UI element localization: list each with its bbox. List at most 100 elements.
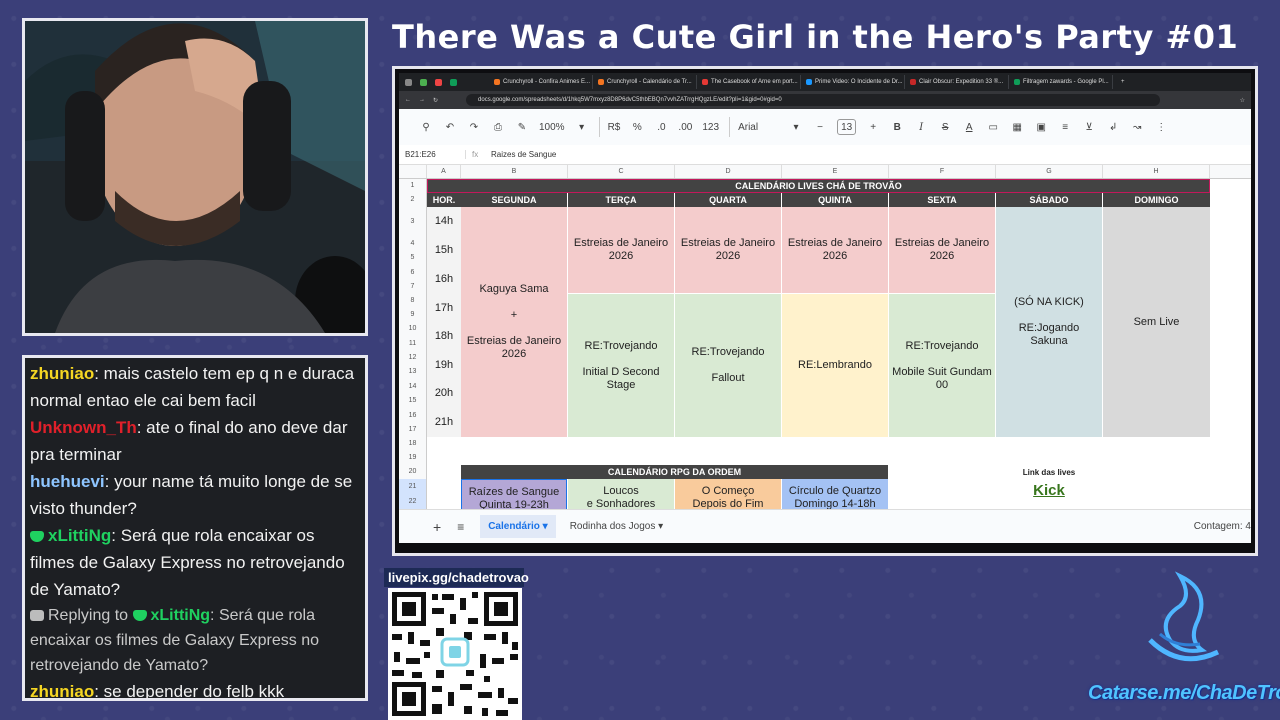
quarta-schedule[interactable]: RE:Trovejando Fallout xyxy=(675,294,781,437)
font-size-increase-button[interactable]: + xyxy=(866,117,880,137)
text-color-button[interactable]: A xyxy=(962,117,976,137)
column-header[interactable]: G xyxy=(996,165,1103,178)
rpg-cell-raizes[interactable]: Raízes de Sangue Quinta 19-23h xyxy=(461,479,567,509)
row-number[interactable]: 18 xyxy=(399,437,427,451)
rpg-cell-comeco[interactable]: O Começo Depois do Fim xyxy=(675,479,781,509)
bold-button[interactable]: B xyxy=(890,117,904,137)
chat-username[interactable]: zhuniao xyxy=(30,364,94,383)
row-number[interactable]: 19 xyxy=(399,451,427,465)
row-number[interactable]: 12 xyxy=(399,351,427,365)
more-formats-button[interactable]: 123 xyxy=(702,117,719,137)
quinta-schedule[interactable]: RE:Lembrando xyxy=(782,294,888,437)
browser-tab[interactable]: Clair Obscur: Expedition 33 ®... xyxy=(905,75,1009,89)
segunda-schedule[interactable]: Kaguya Sama + Estreias de Janeiro 2026 xyxy=(461,207,567,437)
chat-username[interactable]: zhuniao xyxy=(30,682,94,698)
domingo-schedule[interactable]: Sem Live xyxy=(1103,207,1210,437)
row-number[interactable]: 15 xyxy=(399,394,427,408)
browser-tab[interactable]: Prime Video: O Incidente de Dr... xyxy=(801,75,905,89)
browser-tab[interactable]: Crunchyroll - Calendário de Tr... xyxy=(593,75,697,89)
chevron-down-icon[interactable]: ▾ xyxy=(789,117,803,137)
sheet-tab-rodinha[interactable]: Rodinha dos Jogos ▾ xyxy=(562,515,671,538)
header-quinta[interactable]: QUINTA xyxy=(782,193,888,207)
sheet-tab-calendario[interactable]: Calendário ▾ xyxy=(480,515,556,538)
row-number[interactable]: 20 xyxy=(399,465,427,479)
vertical-align-icon[interactable]: ⊻ xyxy=(1082,117,1096,137)
column-header[interactable]: F xyxy=(889,165,996,178)
header-segunda[interactable]: SEGUNDA xyxy=(461,193,567,207)
row-number[interactable]: 14 xyxy=(399,379,427,394)
browser-tab[interactable]: Filtragem zawards - Google Pl... xyxy=(1009,75,1113,89)
pinned-tab-icon[interactable] xyxy=(405,78,412,86)
merge-cells-icon[interactable]: ▣ xyxy=(1034,117,1048,137)
chevron-down-icon[interactable]: ▾ xyxy=(575,117,589,137)
row-number[interactable]: 21 xyxy=(399,479,427,494)
row-number[interactable]: 3 xyxy=(399,207,427,236)
row-number[interactable]: 17 xyxy=(399,423,427,437)
percent-format-button[interactable]: % xyxy=(630,117,644,137)
row-number[interactable]: 9 xyxy=(399,308,427,322)
row-number[interactable]: 10 xyxy=(399,322,427,336)
rpg-cell-circulo[interactable]: Círculo de Quartzo Domingo 14-18h xyxy=(782,479,888,509)
row-number[interactable]: 13 xyxy=(399,365,427,379)
url-field[interactable]: docs.google.com/spreadsheets/d/1hkq5W7mx… xyxy=(466,94,1160,106)
select-all-corner[interactable] xyxy=(399,165,427,178)
header-quarta[interactable]: QUARTA xyxy=(675,193,781,207)
hour-cell[interactable]: 20h xyxy=(427,379,461,408)
column-header[interactable]: A xyxy=(427,165,461,178)
header-hour[interactable]: HOR. xyxy=(427,193,461,207)
column-header[interactable]: D xyxy=(675,165,782,178)
borders-icon[interactable]: ▦ xyxy=(1010,117,1024,137)
quinta-estreias[interactable]: Estreias de Janeiro 2026 xyxy=(782,207,888,293)
selection-count[interactable]: Contagem: 4 xyxy=(1194,521,1251,532)
all-sheets-icon[interactable]: ≡ xyxy=(457,520,464,534)
currency-format-button[interactable]: R$ xyxy=(598,117,620,137)
terca-estreias[interactable]: Estreias de Janeiro 2026 xyxy=(568,207,674,293)
calendar-title[interactable]: CALENDÁRIO LIVES CHÁ DE TROVÃO xyxy=(427,179,1210,193)
horizontal-align-icon[interactable]: ≡ xyxy=(1058,117,1072,137)
row-number[interactable]: 8 xyxy=(399,294,427,308)
strikethrough-button[interactable]: S xyxy=(938,117,952,137)
chat-username[interactable]: xLittiNg xyxy=(151,607,211,624)
paint-format-icon[interactable]: ✎ xyxy=(515,117,529,137)
zoom-select[interactable]: 100% xyxy=(539,117,565,137)
row-number[interactable]: 22 xyxy=(399,494,427,509)
row-number[interactable]: 2 xyxy=(399,193,427,207)
hour-cell[interactable]: 21h xyxy=(427,408,461,437)
fill-color-icon[interactable]: ▭ xyxy=(986,117,1000,137)
name-box[interactable]: B21:E26 xyxy=(405,150,465,159)
row-number[interactable]: 1 xyxy=(399,179,427,193)
pinned-tab-icon[interactable] xyxy=(420,78,427,86)
quarta-estreias[interactable]: Estreias de Janeiro 2026 xyxy=(675,207,781,293)
text-rotation-icon[interactable]: ↝ xyxy=(1130,117,1144,137)
column-header[interactable]: E xyxy=(782,165,889,178)
increase-decimal-button[interactable]: .00 xyxy=(678,117,692,137)
hour-cell[interactable]: 17h xyxy=(427,294,461,322)
header-domingo[interactable]: DOMINGO xyxy=(1103,193,1210,207)
header-sabado[interactable]: SÁBADO xyxy=(996,193,1102,207)
hour-cell[interactable]: 14h xyxy=(427,207,461,236)
reload-icon[interactable]: ↻ xyxy=(433,97,438,104)
hour-cell[interactable]: 16h xyxy=(427,265,461,294)
text-wrap-icon[interactable]: ↲ xyxy=(1106,117,1120,137)
row-number[interactable]: 11 xyxy=(399,336,427,351)
row-number[interactable]: 5 xyxy=(399,251,427,265)
header-sexta[interactable]: SEXTA xyxy=(889,193,995,207)
font-size-decrease-button[interactable]: − xyxy=(813,117,827,137)
row-number[interactable]: 6 xyxy=(399,265,427,280)
row-number[interactable]: 7 xyxy=(399,280,427,294)
row-number[interactable]: 16 xyxy=(399,408,427,423)
hour-cell[interactable]: 18h xyxy=(427,322,461,351)
sexta-estreias[interactable]: Estreias de Janeiro 2026 xyxy=(889,207,995,293)
column-header[interactable]: C xyxy=(568,165,675,178)
formula-input[interactable]: Raizes de Sangue xyxy=(491,150,556,159)
kick-link[interactable]: Kick xyxy=(996,479,1102,501)
terca-schedule[interactable]: RE:Trovejando Initial D Second Stage xyxy=(568,294,674,437)
more-options-icon[interactable]: ⋮ xyxy=(1154,117,1168,137)
print-icon[interactable]: ⎙ xyxy=(491,117,505,137)
back-icon[interactable]: ← xyxy=(405,97,411,103)
bookmark-star-icon[interactable]: ☆ xyxy=(1240,97,1245,104)
rpg-calendar-title[interactable]: CALENDÁRIO RPG DA ORDEM xyxy=(461,465,888,479)
new-tab-plus-icon[interactable]: + xyxy=(1121,79,1125,85)
pinned-tab-icon[interactable] xyxy=(435,78,442,86)
hour-cell[interactable]: 19h xyxy=(427,351,461,379)
